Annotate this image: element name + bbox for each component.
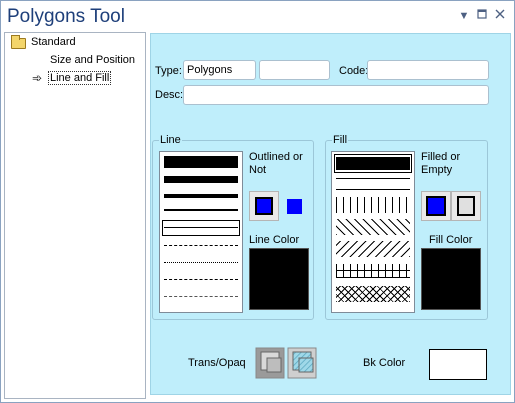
line-group-title: Line [159, 134, 182, 146]
line-style-item[interactable] [164, 296, 238, 297]
close-icon[interactable] [493, 9, 507, 23]
filled-label: Filled or Empty [421, 151, 461, 176]
folder-icon [11, 35, 26, 49]
desc-field[interactable] [183, 85, 489, 105]
selected-arrow-icon: ➾ [32, 71, 43, 85]
fill-group-title: Fill [332, 134, 349, 146]
dropdown-arrow-icon[interactable]: ▼ [457, 9, 471, 23]
desc-label: Desc: [155, 89, 184, 101]
code-label: Code: [339, 65, 369, 77]
fill-pattern-diagonal[interactable] [336, 219, 410, 235]
tree-view: Standard Size and Position ➾ Line and Fi… [4, 32, 146, 399]
fill-pattern-solid[interactable] [336, 157, 410, 170]
empty-swatch [457, 196, 475, 216]
fill-pattern-list[interactable] [331, 151, 415, 313]
fill-color-box[interactable] [421, 248, 481, 310]
bk-color-label: Bk Color [363, 357, 406, 369]
not-outlined-swatch[interactable] [287, 199, 302, 214]
fill-pattern-diagonal-reverse[interactable] [336, 241, 410, 257]
filled-swatch [426, 196, 446, 216]
line-style-item[interactable] [164, 262, 238, 263]
line-color-box[interactable] [249, 248, 309, 310]
type-field[interactable]: Polygons [183, 60, 256, 80]
fill-color-label: Fill Color [429, 234, 473, 246]
line-style-item[interactable] [164, 209, 238, 211]
restore-icon[interactable] [475, 9, 489, 23]
title-bar: Polygons Tool ▼ [1, 1, 514, 31]
fill-pattern-diagonal-cross[interactable] [336, 286, 410, 302]
outlined-label: Outlined or Not [249, 151, 303, 176]
line-style-item[interactable] [164, 227, 238, 228]
tree-item-standard[interactable]: Standard [31, 36, 76, 48]
type-label: Type: [155, 65, 182, 77]
line-group: Line Outlined or Not Line Color [152, 134, 314, 320]
line-style-item[interactable] [164, 279, 238, 280]
trans-opaq-button[interactable] [255, 347, 319, 381]
empty-toggle-button[interactable] [451, 191, 481, 221]
type2-field[interactable] [259, 60, 330, 80]
line-style-item[interactable] [164, 176, 238, 183]
line-color-label: Line Color [249, 234, 300, 246]
line-style-item[interactable] [164, 156, 238, 168]
outlined-swatch [255, 197, 273, 215]
bk-color-box[interactable] [429, 349, 487, 380]
fill-pattern-vertical[interactable] [336, 197, 410, 213]
trans-opaq-label: Trans/Opaq [188, 357, 246, 369]
polygons-tool-window: Polygons Tool ▼ Standard Size and Positi… [0, 0, 515, 403]
window-title: Polygons Tool [7, 6, 125, 27]
tree-item-line-and-fill[interactable]: Line and Fill [48, 71, 112, 85]
properties-panel: Type: Polygons Code: Desc: Line Outlined… [150, 33, 511, 395]
trans-opaq-icon [255, 347, 317, 379]
line-style-selection [162, 220, 240, 236]
filled-toggle-button[interactable] [421, 191, 451, 221]
line-style-item[interactable] [164, 245, 238, 246]
line-style-list[interactable] [159, 151, 243, 313]
line-style-item[interactable] [164, 194, 238, 198]
fill-pattern-horizontal[interactable] [336, 178, 410, 190]
tree-item-size-and-position[interactable]: Size and Position [50, 54, 135, 66]
fill-group: Fill Filled or Empty Fill Color [325, 134, 488, 320]
code-field[interactable] [367, 60, 489, 80]
fill-pattern-cross[interactable] [336, 264, 410, 278]
outlined-toggle-button[interactable] [249, 191, 279, 221]
